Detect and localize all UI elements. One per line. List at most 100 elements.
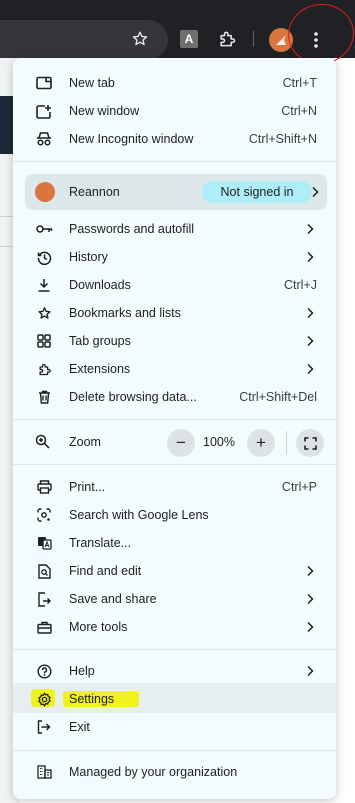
menu-item-shortcut: Ctrl+J (284, 278, 317, 292)
extensions-puzzle-icon[interactable] (215, 27, 239, 51)
extension-a-icon[interactable]: A (180, 30, 198, 48)
zoom-row: Zoom − 100% + (13, 426, 336, 458)
zoom-icon (35, 434, 50, 449)
menu-item-passwords-and-autofill[interactable]: Passwords and autofill (13, 215, 336, 243)
menu-item-label: Help (69, 664, 95, 678)
zoom-level: 100% (203, 435, 235, 449)
menu-item-label: Print... (69, 480, 106, 494)
google-lens-icon (35, 507, 53, 523)
menu-item-label: Settings (69, 692, 115, 706)
chevron-right-icon (311, 186, 319, 198)
menu-item-shortcut: Ctrl+P (281, 480, 317, 494)
profile-row[interactable]: Reannon Not signed in (25, 174, 327, 210)
menu-separator (13, 419, 336, 420)
menu-item-exit[interactable]: Exit (13, 713, 336, 741)
profile-name: Reannon (69, 185, 120, 199)
chevron-right-icon (306, 223, 316, 235)
toolbox-icon (35, 619, 53, 635)
zoom-out-button[interactable]: − (167, 429, 195, 457)
find-page-icon (35, 563, 53, 579)
menu-item-settings[interactable]: Settings (13, 685, 336, 713)
menu-item-label: Translate... (69, 536, 132, 550)
incognito-icon (35, 131, 53, 147)
menu-item-label: Save and share (69, 592, 157, 606)
menu-item-label: Search with Google Lens (69, 508, 209, 522)
key-icon (35, 221, 53, 237)
menu-item-label: New Incognito window (69, 132, 194, 146)
menu-item-tab-groups[interactable]: Tab groups (13, 327, 336, 355)
exit-icon (35, 719, 53, 735)
zoom-in-button[interactable]: + (247, 429, 275, 457)
new-window-icon (35, 103, 53, 119)
menu-item-print[interactable]: Print... Ctrl+P (13, 473, 336, 501)
chevron-right-icon (306, 251, 316, 263)
menu-item-shortcut: Ctrl+T (282, 76, 317, 90)
print-icon (35, 479, 53, 495)
menu-separator (13, 464, 336, 465)
menu-item-new-incognito-window[interactable]: New Incognito window Ctrl+Shift+N (13, 125, 336, 153)
browser-toolbar: A (0, 0, 355, 69)
profile-avatar (35, 182, 55, 202)
menu-item-extensions[interactable]: Extensions (13, 355, 336, 383)
menu-item-history[interactable]: History (13, 243, 336, 271)
menu-separator (13, 649, 336, 650)
menu-item-new-window[interactable]: New window Ctrl+N (13, 97, 336, 125)
gear-icon (35, 691, 53, 707)
trash-icon (35, 389, 53, 405)
menu-item-new-tab[interactable]: New tab Ctrl+T (13, 69, 336, 97)
menu-item-label: Tab groups (69, 334, 131, 348)
menu-separator (13, 161, 336, 162)
new-tab-icon (35, 75, 53, 91)
save-share-icon (35, 591, 53, 607)
managed-label: Managed by your organization (69, 765, 238, 779)
menu-item-label: More tools (69, 620, 128, 634)
menu-item-label: Bookmarks and lists (69, 306, 181, 320)
fullscreen-icon (303, 436, 317, 450)
history-icon (35, 249, 53, 265)
zoom-label: Zoom (69, 435, 101, 449)
menu-item-shortcut: Ctrl+Shift+Del (239, 390, 317, 404)
menu-item-delete-browsing-data[interactable]: Delete browsing data... Ctrl+Shift+Del (13, 383, 336, 411)
chevron-right-icon (306, 335, 316, 347)
menu-item-downloads[interactable]: Downloads Ctrl+J (13, 271, 336, 299)
menu-item-translate[interactable]: Translate... (13, 529, 336, 557)
chrome-main-menu: New tab Ctrl+T New window Ctrl+N New Inc… (13, 58, 336, 799)
chevron-right-icon (306, 307, 316, 319)
menu-item-find-and-edit[interactable]: Find and edit (13, 557, 336, 585)
menu-separator (13, 750, 336, 751)
chevron-right-icon (306, 621, 316, 633)
menu-item-help[interactable]: Help (13, 657, 336, 685)
toolbar-divider (253, 31, 254, 47)
menu-item-label: History (69, 250, 108, 264)
chevron-right-icon (306, 593, 316, 605)
menu-item-label: New tab (69, 76, 115, 90)
menu-item-save-and-share[interactable]: Save and share (13, 585, 336, 613)
building-icon (35, 764, 53, 780)
signin-status-badge[interactable]: Not signed in (202, 181, 312, 203)
puzzle-icon (35, 361, 53, 377)
help-icon (35, 663, 53, 679)
chevron-right-icon (306, 565, 316, 577)
menu-item-label: Exit (69, 720, 90, 734)
menu-item-more-tools[interactable]: More tools (13, 613, 336, 641)
managed-by-organization[interactable]: Managed by your organization (13, 758, 336, 786)
chevron-right-icon (306, 665, 316, 677)
menu-item-label: Extensions (69, 362, 131, 376)
fullscreen-button[interactable] (296, 429, 324, 457)
menu-item-label: Find and edit (69, 564, 142, 578)
menu-item-label: Passwords and autofill (69, 222, 195, 236)
menu-item-label: New window (69, 104, 140, 118)
menu-item-label: Delete browsing data... (69, 390, 197, 404)
chevron-right-icon (306, 363, 316, 375)
star-icon (35, 305, 53, 321)
menu-item-label: Downloads (69, 278, 131, 292)
menu-item-shortcut: Ctrl+N (281, 104, 317, 118)
tab-groups-icon (35, 333, 53, 349)
menu-item-shortcut: Ctrl+Shift+N (248, 132, 317, 146)
bookmark-star-icon[interactable] (128, 27, 152, 51)
zoom-divider (286, 431, 287, 455)
translate-icon (35, 535, 53, 551)
menu-item-bookmarks-and-lists[interactable]: Bookmarks and lists (13, 299, 336, 327)
download-icon (35, 277, 53, 293)
menu-item-search-with-google-lens[interactable]: Search with Google Lens (13, 501, 336, 529)
